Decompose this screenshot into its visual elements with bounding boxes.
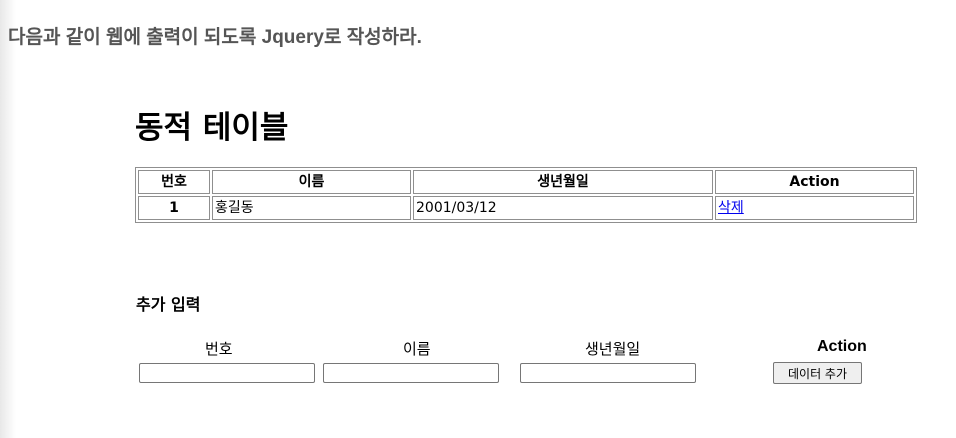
name-input[interactable]: [323, 363, 499, 383]
page-title: 동적 테이블: [135, 110, 289, 146]
left-edge-shadow: [0, 0, 16, 438]
form-header-name: 이름: [403, 340, 431, 358]
add-section-title: 추가 입력: [136, 295, 201, 314]
form-header-action: Action: [817, 338, 867, 355]
birthdate-input[interactable]: [520, 363, 696, 383]
form-header-birthdate: 생년월일: [585, 340, 641, 358]
add-data-button[interactable]: 데이터 추가: [773, 362, 862, 384]
cell-birthdate: 2001/03/12: [413, 196, 713, 220]
header-number: 번호: [138, 170, 210, 194]
instruction-text: 다음과 같이 웹에 출력이 되도록 Jquery로 작성하라.: [8, 27, 422, 48]
header-action: Action: [715, 170, 914, 194]
delete-link[interactable]: 삭제: [718, 200, 744, 216]
number-input[interactable]: [139, 363, 315, 383]
form-header-number: 번호: [205, 340, 233, 358]
cell-action: 삭제: [715, 196, 914, 220]
cell-number: 1: [138, 196, 210, 220]
header-birthdate: 생년월일: [413, 170, 713, 194]
cell-name: 홍길동: [212, 196, 411, 220]
dynamic-table: 번호 이름 생년월일 Action 1 홍길동 2001/03/12 삭제: [135, 167, 917, 223]
table-header-row: 번호 이름 생년월일 Action: [138, 170, 914, 194]
header-name: 이름: [212, 170, 411, 194]
table-row: 1 홍길동 2001/03/12 삭제: [138, 196, 914, 220]
